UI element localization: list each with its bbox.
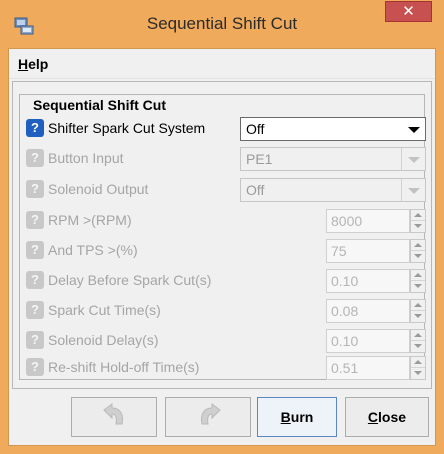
undo-arrow-icon: [103, 403, 123, 425]
row-label: Solenoid Output: [48, 181, 149, 197]
solenoid-output-dropdown[interactable]: Off: [240, 178, 426, 202]
rpm-spinner[interactable]: 8000: [326, 209, 426, 233]
spin-down-icon[interactable]: [411, 281, 425, 292]
row-delay-before-spark-cut: ? Delay Before Spark Cut(s) 0.10: [26, 267, 426, 293]
row-spark-cut-time: ? Spark Cut Time(s) 0.08: [26, 297, 426, 323]
solenoid-delay-spinner[interactable]: 0.10: [326, 329, 426, 353]
window-title: Sequential Shift Cut: [146, 14, 298, 33]
spin-down-icon[interactable]: [411, 311, 425, 322]
spin-down-icon[interactable]: [411, 251, 425, 262]
help-icon[interactable]: ?: [26, 211, 44, 229]
spinner-buttons: [410, 239, 426, 263]
redo-button[interactable]: [165, 397, 251, 437]
spinner-buttons: [410, 299, 426, 323]
chevron-down-icon[interactable]: [401, 179, 425, 201]
row-label: RPM >(RPM): [48, 212, 132, 228]
close-window-button[interactable]: ✕: [385, 1, 432, 22]
close-label-rest: lose: [378, 409, 407, 425]
row-label: Delay Before Spark Cut(s): [48, 272, 212, 288]
spinner-buttons: [410, 209, 426, 233]
chevron-down-icon[interactable]: [401, 148, 425, 170]
burn-label-rest: urn: [290, 409, 314, 425]
tps-field[interactable]: 75: [326, 239, 410, 263]
close-button-label: Close: [346, 409, 428, 425]
help-icon[interactable]: ?: [26, 180, 44, 198]
row-tps: ? And TPS >(%) 75: [26, 237, 426, 263]
settings-group: Sequential Shift Cut ? Shifter Spark Cut…: [19, 94, 426, 380]
button-bar: Burn Close: [9, 389, 435, 445]
menu-help-mnemonic: H: [18, 56, 29, 72]
close-icon: ✕: [402, 3, 415, 20]
spin-up-icon[interactable]: [411, 240, 425, 251]
reshift-hold-off-time-field[interactable]: 0.51: [326, 356, 410, 380]
close-button[interactable]: Close: [345, 397, 429, 437]
row-reshift-hold-off-time: ? Re-shift Hold-off Time(s) 0.51: [26, 354, 426, 380]
row-shifter-spark-cut-system: ? Shifter Spark Cut System Off: [26, 115, 426, 141]
settings-panel: Sequential Shift Cut ? Shifter Spark Cut…: [12, 81, 432, 389]
help-icon[interactable]: ?: [26, 241, 44, 259]
dropdown-value: PE1: [246, 151, 273, 167]
spinner-value: 0.51: [331, 360, 359, 376]
help-icon[interactable]: ?: [26, 358, 44, 376]
spin-up-icon[interactable]: [411, 330, 425, 341]
help-icon[interactable]: ?: [26, 271, 44, 289]
spin-up-icon[interactable]: [411, 270, 425, 281]
shifter-spark-cut-system-dropdown[interactable]: Off: [240, 117, 426, 141]
row-label: Shifter Spark Cut System: [48, 120, 206, 136]
delay-before-spark-cut-field[interactable]: 0.10: [326, 269, 410, 293]
spinner-value: 8000: [331, 213, 363, 229]
spin-down-icon[interactable]: [411, 221, 425, 232]
row-label: Re-shift Hold-off Time(s): [48, 359, 200, 375]
help-icon[interactable]: ?: [26, 331, 44, 349]
delay-before-spark-cut-spinner[interactable]: 0.10: [326, 269, 426, 293]
rpm-field[interactable]: 8000: [326, 209, 410, 233]
spinner-buttons: [410, 269, 426, 293]
spinner-value: 75: [331, 243, 347, 259]
spin-up-icon[interactable]: [411, 210, 425, 221]
spinner-buttons: [410, 356, 426, 380]
burn-button-label: Burn: [258, 409, 336, 425]
row-label: Solenoid Delay(s): [48, 332, 159, 348]
undo-button[interactable]: [71, 397, 157, 437]
row-button-input: ? Button Input PE1: [26, 145, 426, 171]
dropdown-value: Off: [246, 121, 265, 137]
spinner-value: 0.08: [331, 303, 359, 319]
button-input-dropdown[interactable]: PE1: [240, 147, 426, 171]
spin-down-icon[interactable]: [411, 341, 425, 352]
spin-up-icon[interactable]: [411, 300, 425, 311]
spark-cut-time-field[interactable]: 0.08: [326, 299, 410, 323]
help-icon[interactable]: ?: [26, 119, 44, 137]
row-label: And TPS >(%): [48, 242, 138, 258]
tps-spinner[interactable]: 75: [326, 239, 426, 263]
title-bar[interactable]: Sequential Shift Cut ✕: [0, 0, 444, 48]
spin-down-icon[interactable]: [411, 368, 425, 379]
spinner-value: 0.10: [331, 333, 359, 349]
row-label: Spark Cut Time(s): [48, 302, 161, 318]
spin-up-icon[interactable]: [411, 357, 425, 368]
reshift-hold-off-time-spinner[interactable]: 0.51: [326, 356, 426, 380]
burn-mnemonic: B: [280, 409, 291, 425]
group-title: Sequential Shift Cut: [30, 97, 169, 113]
menu-help[interactable]: Help: [16, 55, 50, 73]
menu-bar: Help: [9, 49, 435, 79]
spinner-value: 0.10: [331, 273, 359, 289]
dialog-window: Sequential Shift Cut ✕ Help Sequential S…: [0, 0, 444, 454]
dropdown-value: Off: [246, 182, 265, 198]
solenoid-delay-field[interactable]: 0.10: [326, 329, 410, 353]
help-icon[interactable]: ?: [26, 301, 44, 319]
spark-cut-time-spinner[interactable]: 0.08: [326, 299, 426, 323]
chevron-down-icon[interactable]: [401, 118, 425, 140]
row-solenoid-output: ? Solenoid Output Off: [26, 176, 426, 202]
close-mnemonic: C: [367, 409, 379, 425]
row-label: Button Input: [48, 150, 124, 166]
spinner-buttons: [410, 329, 426, 353]
row-rpm: ? RPM >(RPM) 8000: [26, 207, 426, 233]
burn-button[interactable]: Burn: [257, 397, 337, 437]
help-icon[interactable]: ?: [26, 149, 44, 167]
menu-help-label: elp: [28, 56, 49, 72]
redo-arrow-icon: [201, 403, 221, 425]
row-solenoid-delay: ? Solenoid Delay(s) 0.10: [26, 327, 426, 353]
dialog-client-area: Help Sequential Shift Cut ? Shifter Spar…: [8, 48, 436, 446]
